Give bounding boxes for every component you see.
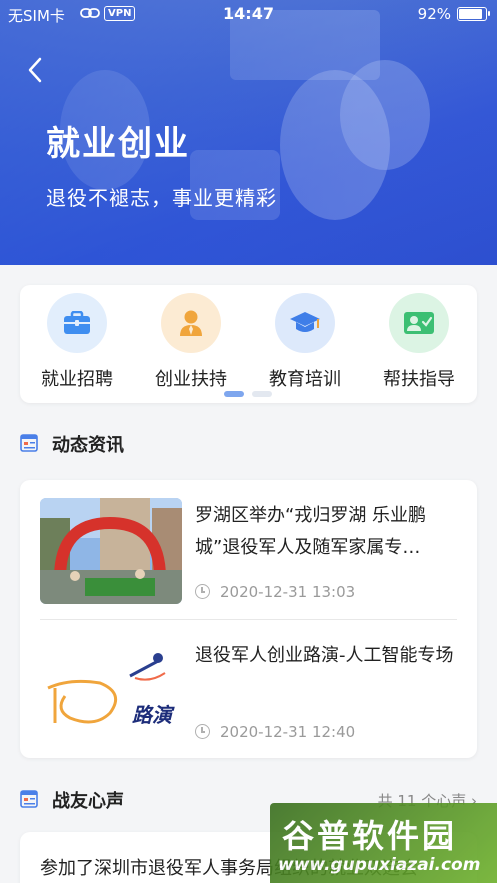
status-bar: 无SIM卡 VPN 14:47 92% (0, 0, 497, 28)
menu-label: 帮扶指导 (383, 369, 455, 390)
news-item[interactable]: 罗湖区举办“戎归罗湖 乐业鹏城”退役军人及随军家属专… 2020-12-31 1… (20, 480, 477, 608)
person-icon (161, 293, 221, 353)
watermark-title: 谷普软件园 (282, 817, 458, 855)
pager-dot-active[interactable] (224, 391, 244, 397)
menu-item-education[interactable]: 教育培训 (248, 293, 362, 393)
news-date: 2020-12-31 12:40 (220, 723, 356, 741)
menu-item-jobs[interactable]: 就业招聘 (20, 293, 134, 393)
news-section-header: 动态资讯 (20, 428, 477, 458)
news-card: 罗湖区举办“戎归罗湖 乐业鹏城”退役军人及随军家属专… 2020-12-31 1… (20, 480, 477, 758)
battery-icon (457, 7, 490, 21)
battery-percent: 92% (417, 5, 451, 23)
roadshow-text: 路演 (132, 703, 175, 727)
watermark: 谷普软件园 www.gupuxiazai.com (270, 803, 497, 883)
page: 无SIM卡 VPN 14:47 92% 就业创业 退役不褪志，事业更精彩 就业招… (0, 0, 497, 883)
pager-dot[interactable] (252, 391, 272, 397)
clock-icon (195, 724, 210, 739)
back-arrow-icon[interactable] (24, 56, 48, 84)
news-section-title: 动态资讯 (52, 435, 124, 456)
news-item[interactable]: 路演 退役军人创业路演-人工智能专场 2020-12-31 12:40 (20, 620, 477, 748)
briefcase-icon (47, 293, 107, 353)
clock-icon (195, 584, 210, 599)
user-check-icon (389, 293, 449, 353)
voices-list-icon (20, 790, 38, 808)
quick-menu-card: 就业招聘 创业扶持 教育培训 帮扶指导 (20, 285, 477, 403)
hero-banner: 无SIM卡 VPN 14:47 92% 就业创业 退役不褪志，事业更精彩 (0, 0, 497, 265)
news-date-row: 2020-12-31 12:40 (195, 723, 355, 741)
hero-title: 就业创业 (46, 124, 190, 164)
news-title: 退役军人创业路演-人工智能专场 (195, 645, 454, 666)
news-list-icon (20, 434, 38, 452)
menu-label: 就业招聘 (41, 369, 113, 390)
hero-subtitle: 退役不褪志，事业更精彩 (46, 186, 277, 210)
menu-label: 创业扶持 (155, 369, 227, 390)
graduation-cap-icon (275, 293, 335, 353)
news-title: 罗湖区举办“戎归罗湖 乐业鹏城”退役军人及随军家属专… (195, 505, 427, 558)
menu-item-startup[interactable]: 创业扶持 (134, 293, 248, 393)
news-thumbnail-roadshow: 路演 (40, 638, 182, 744)
news-thumbnail-event (40, 498, 182, 604)
menu-label: 教育培训 (269, 369, 341, 390)
voices-section-title: 战友心声 (52, 791, 124, 812)
menu-item-guidance[interactable]: 帮扶指导 (362, 293, 476, 393)
news-date: 2020-12-31 13:03 (220, 583, 356, 601)
watermark-url: www.gupuxiazai.com (278, 855, 481, 875)
news-date-row: 2020-12-31 13:03 (195, 583, 355, 601)
